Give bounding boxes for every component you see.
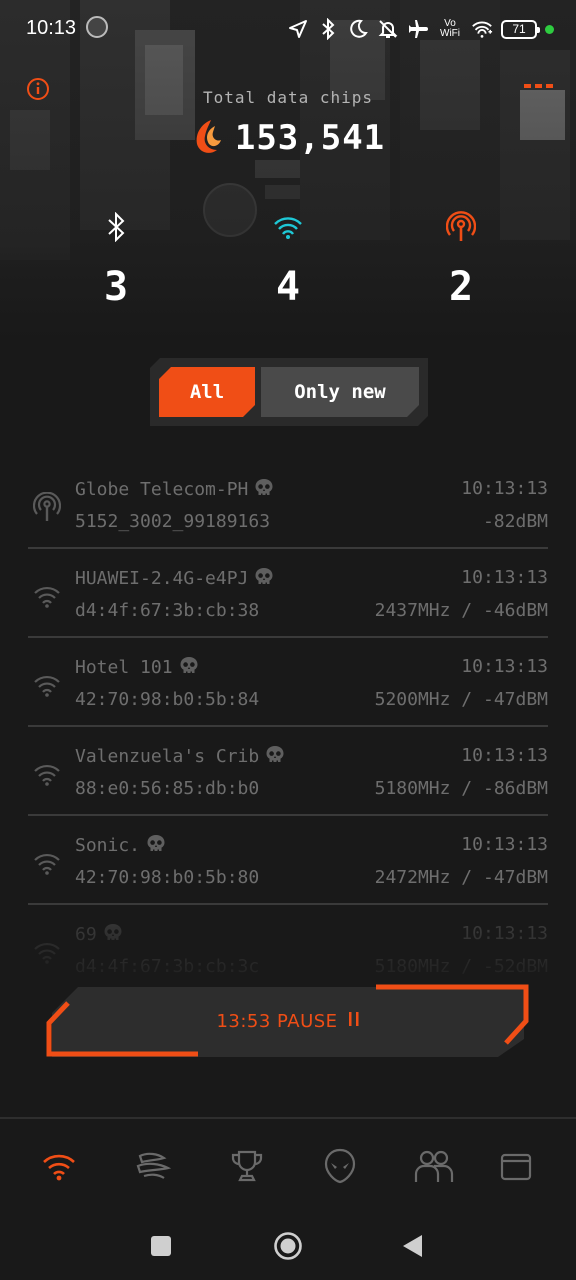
cell-tower-icon bbox=[401, 210, 521, 244]
bluetooth-counter: 3 bbox=[56, 210, 176, 310]
network-name: Valenzuela's Crib bbox=[75, 745, 285, 767]
wifi-count: 4 bbox=[275, 264, 301, 310]
nav-wallet-icon[interactable] bbox=[494, 1144, 538, 1188]
network-list-item[interactable]: Globe Telecom-PH 10:13:13 5152_3002_991891… bbox=[28, 460, 548, 549]
network-signal: 2437MHz / -46dBM bbox=[374, 600, 548, 621]
network-name: Globe Telecom-PH bbox=[75, 478, 274, 500]
filter-all-button[interactable]: All bbox=[159, 367, 255, 417]
network-id: 88:e0:56:85:db:b0 bbox=[75, 778, 260, 799]
network-list-item[interactable]: 69 10:13:13 d4:4f:67:3b:cb:3c 5180MHz / -52… bbox=[28, 905, 548, 975]
network-name: Hotel 101 bbox=[75, 656, 199, 678]
network-id: 5152_3002_99189163 bbox=[75, 511, 271, 532]
recents-button-icon[interactable] bbox=[145, 1230, 177, 1262]
chips-icon bbox=[191, 118, 223, 158]
skull-icon bbox=[103, 923, 123, 943]
network-list-item[interactable]: Hotel 101 10:13:13 42:70:98:b0:5b:84 5200MH… bbox=[28, 638, 548, 727]
network-time: 10:13:13 bbox=[461, 478, 548, 499]
network-signal: 2472MHz / -47dBM bbox=[374, 867, 548, 888]
moon-icon bbox=[347, 18, 369, 40]
network-time: 10:13:13 bbox=[461, 656, 548, 677]
bluetooth-icon bbox=[317, 18, 339, 40]
skull-icon bbox=[254, 567, 274, 587]
network-name: 69 bbox=[75, 923, 123, 945]
network-name: Sonic. bbox=[75, 834, 166, 856]
home-button-icon[interactable] bbox=[272, 1230, 304, 1262]
status-bar: 10:13 Vo WiFi 71 bbox=[0, 0, 576, 58]
network-signal: 5180MHz / -52dBM bbox=[374, 956, 548, 975]
wifi-icon bbox=[30, 935, 64, 969]
wifi-icon bbox=[30, 579, 64, 613]
network-list[interactable]: Globe Telecom-PH 10:13:13 5152_3002_991891… bbox=[28, 460, 548, 975]
network-id: d4:4f:67:3b:cb:38 bbox=[75, 600, 260, 621]
filter-toggle: All Only new bbox=[150, 358, 428, 426]
pause-button-label: 13:53 PAUSE bbox=[216, 1010, 338, 1032]
chips-label: Total data chips bbox=[202, 88, 374, 107]
wifi-icon bbox=[228, 210, 348, 244]
network-time: 10:13:13 bbox=[461, 567, 548, 588]
wifi-icon bbox=[30, 846, 64, 880]
bluetooth-icon bbox=[56, 210, 176, 244]
network-time: 10:13:13 bbox=[461, 923, 548, 944]
nav-trophy-icon[interactable] bbox=[225, 1144, 269, 1188]
wifi-icon bbox=[30, 757, 64, 791]
network-id: d4:4f:67:3b:cb:3c bbox=[75, 956, 260, 975]
pause-icon bbox=[348, 1011, 360, 1032]
status-time: 10:13 bbox=[26, 17, 77, 39]
pause-button[interactable]: 13:53 PAUSE bbox=[46, 983, 530, 1059]
nav-wifi-scan-icon[interactable] bbox=[37, 1144, 81, 1188]
network-list-item[interactable]: Valenzuela's Crib 10:13:13 88:e0:56:85:db:… bbox=[28, 727, 548, 816]
network-signal: 5200MHz / -47dBM bbox=[374, 689, 548, 710]
skull-icon bbox=[254, 478, 274, 498]
chips-value: 153,541 bbox=[234, 118, 386, 158]
cell-counter: 2 bbox=[401, 210, 521, 310]
nav-friends-icon[interactable] bbox=[412, 1144, 456, 1188]
skull-icon bbox=[146, 834, 166, 854]
skull-icon bbox=[265, 745, 285, 765]
wifi-counter: 4 bbox=[228, 210, 348, 310]
network-id: 42:70:98:b0:5b:84 bbox=[75, 689, 260, 710]
wifi-icon bbox=[30, 668, 64, 702]
notification-avatar-icon bbox=[86, 16, 108, 38]
location-arrow-icon bbox=[287, 18, 309, 40]
vowifi-icon: Vo WiFi bbox=[440, 18, 460, 39]
bluetooth-count: 3 bbox=[103, 264, 129, 310]
network-name: HUAWEI-2.4G-e4PJ bbox=[75, 567, 274, 589]
back-button-icon[interactable] bbox=[396, 1230, 428, 1262]
skull-icon bbox=[179, 656, 199, 676]
cell-count: 2 bbox=[448, 264, 474, 310]
network-signal: -82dBM bbox=[482, 511, 548, 532]
network-time: 10:13:13 bbox=[461, 834, 548, 855]
network-time: 10:13:13 bbox=[461, 745, 548, 766]
network-list-item[interactable]: HUAWEI-2.4G-e4PJ 10:13:13 d4:4f:67:3b:cb:3… bbox=[28, 549, 548, 638]
battery-icon: 71 bbox=[501, 19, 540, 39]
system-navigation-bar bbox=[0, 1212, 576, 1280]
bell-off-icon bbox=[377, 18, 399, 40]
nav-chips-icon[interactable] bbox=[131, 1144, 175, 1188]
network-signal: 5180MHz / -86dBM bbox=[374, 778, 548, 799]
status-icons: Vo WiFi 71 bbox=[287, 14, 554, 44]
privacy-indicator-dot bbox=[545, 24, 554, 34]
network-id: 42:70:98:b0:5b:80 bbox=[75, 867, 260, 888]
airplane-icon bbox=[407, 18, 429, 40]
bottom-navigation bbox=[0, 1117, 576, 1212]
wifi-plus-icon bbox=[471, 18, 493, 40]
chips-total: 153,541 bbox=[0, 118, 576, 158]
filter-only-new-button[interactable]: Only new bbox=[261, 367, 419, 417]
nav-alien-icon[interactable] bbox=[318, 1144, 362, 1188]
cell-tower-icon bbox=[30, 490, 64, 524]
network-list-item[interactable]: Sonic. 10:13:13 42:70:98:b0:5b:80 2472MHz /… bbox=[28, 816, 548, 905]
